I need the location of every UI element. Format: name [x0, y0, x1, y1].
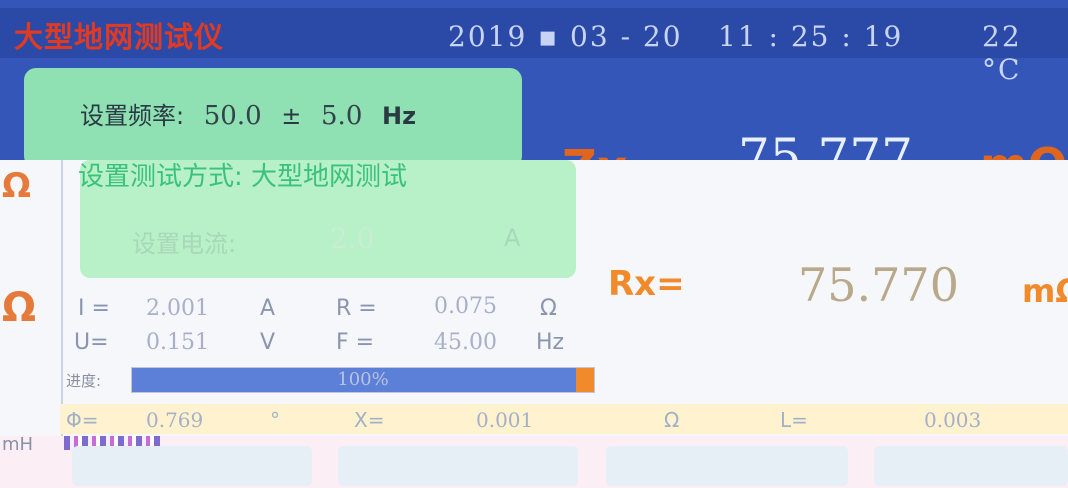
- rx-value: 75.770: [798, 258, 959, 312]
- frequency-value: 50.0: [203, 101, 262, 131]
- i-value: 2.001: [146, 296, 209, 321]
- rx-unit: mΩ: [1022, 272, 1068, 310]
- f-label: F =: [336, 330, 375, 355]
- i-unit: A: [260, 296, 276, 321]
- time-display: 11 : 25 : 19: [718, 20, 904, 53]
- current-value: 2.0: [330, 222, 375, 255]
- frequency-label: 设置频率:: [80, 102, 185, 130]
- top-frame: 大型地网测试仪 2019 ▪ 03 - 20 11 : 25 : 19 22 °…: [0, 0, 1068, 196]
- x-label: X=: [354, 408, 385, 432]
- soft-button-2[interactable]: [338, 446, 578, 486]
- r-unit: Ω: [540, 296, 557, 321]
- x-value: 0.001: [476, 408, 534, 432]
- left-unit: Ω: [2, 285, 37, 331]
- current-unit: A: [504, 224, 521, 252]
- i-label: I =: [78, 296, 110, 321]
- x-unit: Ω: [664, 408, 680, 432]
- mode-value: 大型地网测试: [251, 162, 408, 192]
- frequency-pm: ±: [281, 102, 302, 130]
- panel-divider: [61, 160, 63, 436]
- tester-screen: 大型地网测试仪 2019 ▪ 03 - 20 11 : 25 : 19 22 °…: [0, 0, 1068, 488]
- frequency-unit: Hz: [382, 102, 417, 130]
- date-display: 2019 ▪ 03 - 20: [448, 20, 683, 53]
- frequency-tolerance: 5.0: [321, 101, 363, 131]
- u-value: 0.151: [146, 330, 209, 355]
- current-label: 设置电流:: [132, 230, 237, 258]
- u-unit: V: [260, 330, 276, 355]
- left-unit-upper: Ω: [2, 166, 31, 206]
- progress-bar: 100%: [131, 367, 595, 393]
- u-label: U=: [74, 330, 109, 355]
- phi-label: Φ=: [66, 408, 99, 432]
- soft-button-4[interactable]: [874, 446, 1068, 486]
- l-unit: mH: [2, 434, 34, 455]
- mode-label: 设置测试方式:: [78, 162, 243, 192]
- f-unit: Hz: [536, 330, 565, 355]
- soft-button-3[interactable]: [606, 446, 848, 486]
- phi-unit: °: [270, 408, 280, 432]
- mode-setting[interactable]: 设置测试方式: 大型地网测试: [78, 156, 407, 193]
- soft-button-1[interactable]: [72, 446, 312, 486]
- progress-percent: 100%: [337, 369, 389, 390]
- current-setting[interactable]: 设置电流: 2.0 A: [132, 222, 520, 259]
- phi-value: 0.769: [146, 408, 204, 432]
- l-value: 0.003: [924, 408, 982, 432]
- l-label: L=: [780, 408, 808, 432]
- r-label: R =: [336, 296, 377, 321]
- temperature-display: 22 °C: [982, 20, 1022, 86]
- r-value: 0.075: [434, 294, 497, 319]
- app-title: 大型地网测试仪: [14, 20, 225, 54]
- progress-label: 进度:: [66, 372, 102, 390]
- secondary-readings-strip: [60, 404, 1068, 434]
- f-value: 45.00: [434, 330, 497, 355]
- frequency-setting[interactable]: 设置频率: 50.0 ± 5.0 Hz: [80, 96, 428, 131]
- rx-label: Rx=: [608, 264, 685, 304]
